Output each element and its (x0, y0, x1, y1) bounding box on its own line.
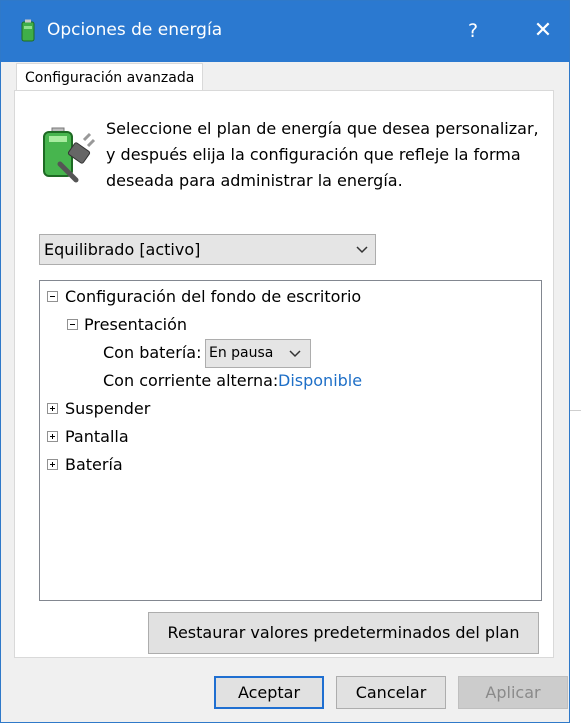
tab-advanced-settings[interactable]: Configuración avanzada (16, 63, 204, 92)
on-battery-dropdown[interactable]: En pausa (205, 339, 311, 368)
power-plan-dropdown[interactable]: Equilibrado [activo] (39, 234, 376, 265)
restore-defaults-button[interactable]: Restaurar valores predeterminados del pl… (148, 612, 539, 654)
collapse-toggle-desktop-background[interactable] (47, 291, 58, 302)
background-window-edge (570, 0, 581, 726)
cancel-button[interactable]: Cancelar (336, 676, 446, 709)
plugged-in-value-link[interactable]: Disponible (278, 370, 362, 392)
intro-text: Seleccione el plan de energía que desea … (106, 119, 539, 190)
expand-toggle-display[interactable] (47, 431, 58, 442)
ok-button[interactable]: Aceptar (214, 676, 324, 709)
battery-power-icon (43, 127, 96, 183)
tree-item-desktop-background[interactable]: Configuración del fondo de escritorio (65, 286, 361, 308)
tree-item-slideshow[interactable]: Presentación (84, 314, 187, 336)
apply-button[interactable]: Aplicar (458, 676, 568, 709)
tab-strip: Configuración avanzada (1, 62, 569, 92)
window-title: Opciones de energía (47, 20, 223, 40)
tree-item-sleep[interactable]: Suspender (65, 398, 150, 420)
close-button[interactable]: ✕ (523, 13, 563, 49)
battery-plug-icon (21, 19, 35, 42)
expand-toggle-battery[interactable] (47, 459, 58, 470)
on-battery-value: En pausa (209, 345, 274, 361)
title-bar[interactable]: Opciones de energía ? ✕ (1, 1, 569, 62)
background-divider (570, 410, 581, 411)
chevron-down-icon (356, 246, 368, 254)
collapse-toggle-slideshow[interactable] (67, 319, 78, 330)
power-plan-value: Equilibrado [activo] (44, 240, 201, 259)
tree-item-display[interactable]: Pantalla (65, 426, 129, 448)
on-battery-label: Con batería: (103, 343, 202, 362)
tree-item-battery[interactable]: Batería (65, 454, 123, 476)
plugged-in-label: Con corriente alterna: (103, 371, 279, 390)
expand-toggle-sleep[interactable] (47, 403, 58, 414)
help-button[interactable]: ? (453, 13, 493, 49)
chevron-down-icon (289, 350, 301, 358)
